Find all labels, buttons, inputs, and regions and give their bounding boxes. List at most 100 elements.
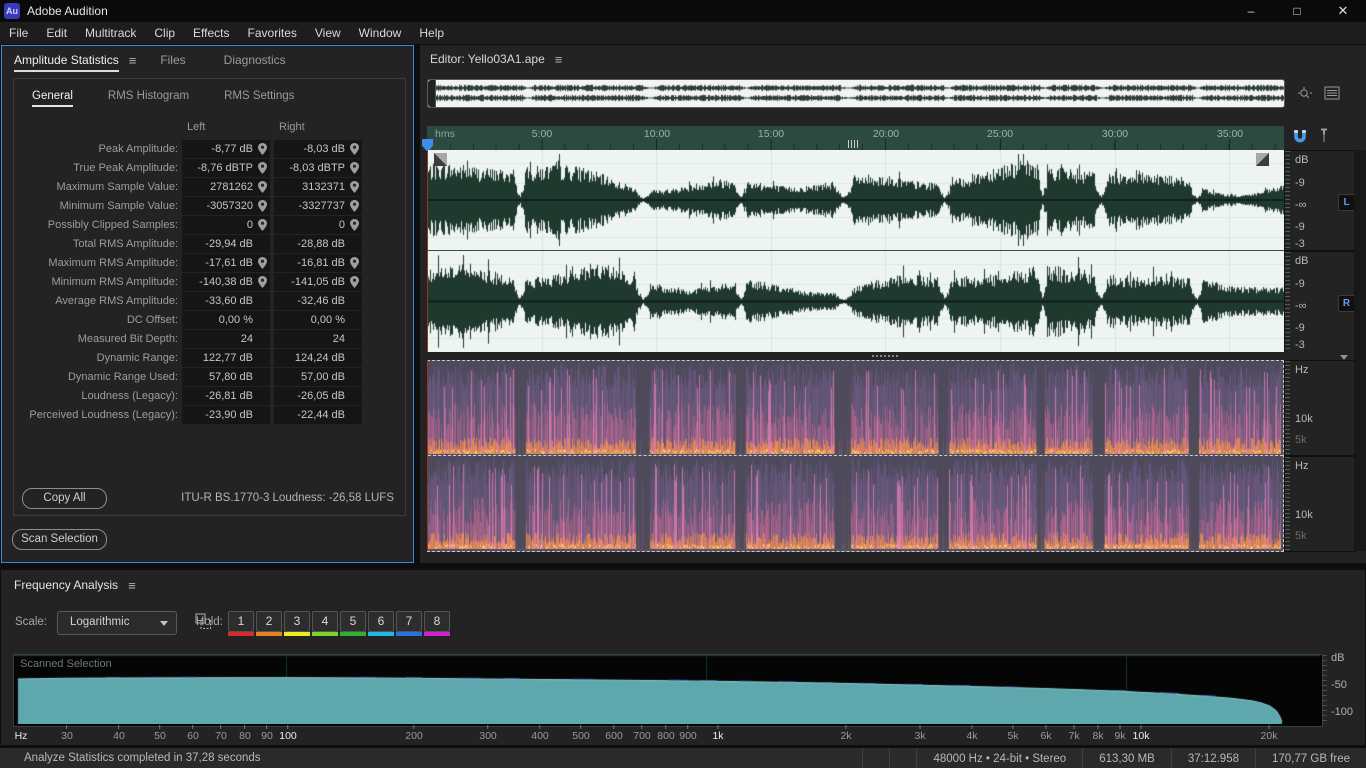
hold-button[interactable]: 6 <box>368 611 394 636</box>
ruler-tick-label: 30:00 <box>1101 128 1129 140</box>
hz-scale-right[interactable]: Hz 10k 5k <box>1284 456 1356 552</box>
pin-icon[interactable] <box>258 257 267 269</box>
app-logo-icon: Au <box>4 3 20 19</box>
pin-icon[interactable] <box>350 143 359 155</box>
minimize-button[interactable]: – <box>1228 0 1274 22</box>
overview-handle[interactable] <box>428 80 436 107</box>
tab-frequency-analysis[interactable]: Frequency Analysis <box>14 578 118 593</box>
right-channel-badge[interactable]: R <box>1338 295 1355 312</box>
menu-item[interactable]: Window <box>350 22 411 44</box>
table-row: Average RMS Amplitude: -33,60 dB -32,46 … <box>14 292 405 310</box>
db-scale-label: dB <box>1295 255 1309 267</box>
view-splitter[interactable] <box>420 352 1354 360</box>
current-time-indicator[interactable] <box>427 150 428 352</box>
table-row: Minimum RMS Amplitude: -140,38 dB -141,0… <box>14 273 405 291</box>
stat-value-left: -23,90 dB <box>182 406 270 424</box>
copy-all-button[interactable]: Copy All <box>22 488 107 509</box>
waveform-left-canvas[interactable] <box>427 150 1284 250</box>
pin-icon[interactable] <box>350 162 359 174</box>
tab-rms-settings[interactable]: RMS Settings <box>224 90 294 107</box>
pin-icon[interactable] <box>350 181 359 193</box>
tab-general[interactable]: General <box>32 90 73 107</box>
table-row: Peak Amplitude: -8,77 dB -8,03 dB <box>14 140 405 158</box>
frequency-curve-canvas[interactable] <box>14 655 1320 724</box>
menu-item[interactable]: Edit <box>37 22 76 44</box>
hold-button[interactable]: 1 <box>228 611 254 636</box>
table-row: Minimum Sample Value: -3057320 -3327737 <box>14 197 405 215</box>
menu-item[interactable]: View <box>306 22 350 44</box>
stat-value-right: 3132371 <box>274 178 362 196</box>
pin-icon[interactable] <box>350 200 359 212</box>
tab-editor[interactable]: Editor: Yello03A1.ape <box>430 52 545 67</box>
panel-menu-icon[interactable]: ≡ <box>128 578 136 593</box>
zoom-navigate-icon[interactable] <box>1297 86 1313 102</box>
hold-button[interactable]: 4 <box>312 611 338 636</box>
menu-item[interactable]: Favorites <box>239 22 306 44</box>
tab-amplitude-statistics[interactable]: Amplitude Statistics <box>14 53 119 72</box>
freq-axis-tick: 100 <box>279 725 297 742</box>
spectrogram-left-canvas[interactable] <box>428 361 1281 454</box>
fade-in-handle[interactable] <box>434 153 447 166</box>
db-scale-label: -3 <box>1295 238 1305 250</box>
pin-icon[interactable] <box>258 143 267 155</box>
overview-waveform-canvas[interactable] <box>436 81 1284 106</box>
tab-rms-histogram[interactable]: RMS Histogram <box>108 90 189 107</box>
pin-icon[interactable] <box>350 257 359 269</box>
hold-button[interactable]: 3 <box>284 611 310 636</box>
splitter-grip[interactable] <box>872 355 898 357</box>
stat-label: Maximum Sample Value: <box>56 181 178 193</box>
vertical-scrollbar[interactable] <box>1354 150 1366 551</box>
tab-files[interactable]: Files <box>160 53 185 67</box>
scrub-handle[interactable] <box>848 140 858 148</box>
menu-item[interactable]: Clip <box>145 22 184 44</box>
scale-dropdown[interactable]: Logarithmic <box>57 611 177 635</box>
status-empty-cell <box>889 748 916 768</box>
pin-icon[interactable] <box>258 200 267 212</box>
pin-icon[interactable] <box>258 219 267 231</box>
left-channel-badge[interactable]: L <box>1338 194 1355 211</box>
frequency-axis: Hz 30 40 50 60 70 80 90 100 200 300 400 … <box>1 725 1365 745</box>
fade-out-handle[interactable] <box>1256 153 1269 166</box>
tab-diagnostics[interactable]: Diagnostics <box>224 53 286 67</box>
marker-pin-icon[interactable] <box>1319 128 1329 143</box>
waveform-right-canvas[interactable] <box>427 251 1284 352</box>
db-axis-label: dB <box>1331 652 1345 664</box>
pin-icon[interactable] <box>258 162 267 174</box>
snap-magnet-icon[interactable] <box>1292 127 1308 144</box>
list-view-icon[interactable] <box>1324 86 1340 100</box>
spectral-display[interactable] <box>427 360 1284 552</box>
pin-icon[interactable] <box>258 181 267 193</box>
ruler-tick-label: 10:00 <box>643 128 671 140</box>
overview-navigator[interactable] <box>427 79 1285 108</box>
panel-menu-icon[interactable]: ≡ <box>129 53 137 68</box>
db-tick-strip <box>1285 151 1290 250</box>
stat-value-left: -8,76 dBTP <box>182 159 270 177</box>
hold-button[interactable]: 8 <box>424 611 450 636</box>
hz-scale-left[interactable]: Hz 10k 5k <box>1284 360 1356 456</box>
stat-value-left: 24 <box>182 330 270 348</box>
db-scale-right[interactable]: dB -9 -∞ -9 -3 R <box>1284 251 1356 353</box>
ruler-tick-label: 20:00 <box>872 128 900 140</box>
pin-icon[interactable] <box>258 276 267 288</box>
maximize-button[interactable]: □ <box>1274 0 1320 22</box>
frequency-graph[interactable]: Scanned Selection <box>13 654 1323 727</box>
stat-value-right: -141,05 dB <box>274 273 362 291</box>
spectrogram-right-canvas[interactable] <box>428 456 1281 549</box>
freq-axis-tick: 60 <box>187 725 199 742</box>
scan-selection-button[interactable]: Scan Selection <box>12 529 107 550</box>
pin-icon[interactable] <box>350 219 359 231</box>
hold-button[interactable]: 7 <box>396 611 422 636</box>
current-time-indicator[interactable] <box>427 360 428 551</box>
close-button[interactable]: ✕ <box>1320 0 1366 22</box>
db-scale-label: -∞ <box>1295 199 1307 211</box>
menu-item[interactable]: File <box>0 22 37 44</box>
hold-button[interactable]: 5 <box>340 611 366 636</box>
hold-color-strip <box>284 632 310 636</box>
panel-menu-icon[interactable]: ≡ <box>555 52 563 67</box>
db-scale-left[interactable]: dB -9 -∞ -9 -3 L <box>1284 150 1356 251</box>
menu-item[interactable]: Effects <box>184 22 238 44</box>
pin-icon[interactable] <box>350 276 359 288</box>
menu-item[interactable]: Help <box>410 22 453 44</box>
hold-button[interactable]: 2 <box>256 611 282 636</box>
menu-item[interactable]: Multitrack <box>76 22 145 44</box>
